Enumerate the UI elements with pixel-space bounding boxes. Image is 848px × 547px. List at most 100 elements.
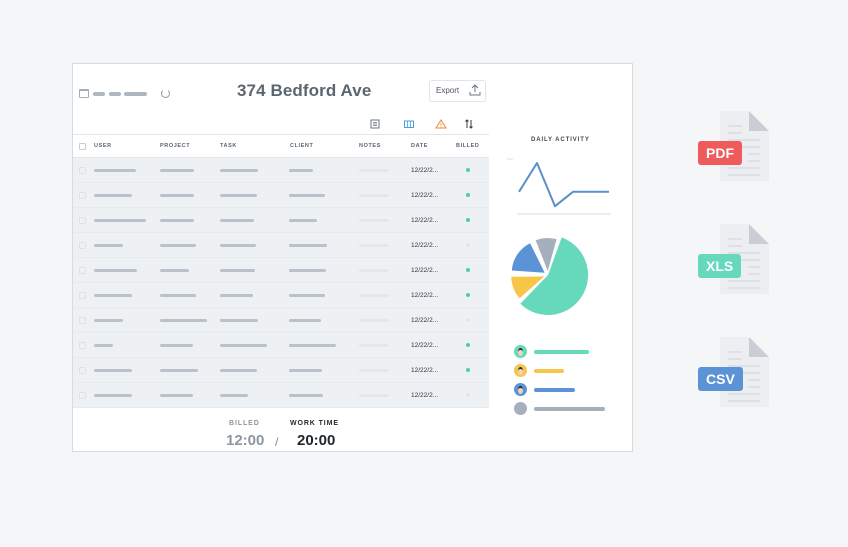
export-xls-file[interactable]: XLS bbox=[698, 223, 784, 303]
user-activity-bar bbox=[534, 407, 605, 411]
notes-cell bbox=[359, 169, 389, 172]
client-cell bbox=[289, 394, 323, 397]
activity-line bbox=[518, 162, 609, 208]
client-cell bbox=[289, 219, 317, 222]
user-activity-bar bbox=[534, 388, 575, 392]
user-activity-bar bbox=[534, 350, 589, 354]
project-cell bbox=[160, 294, 196, 297]
date-cell: 12/22/2... bbox=[411, 267, 439, 274]
avatar-face bbox=[518, 367, 523, 375]
billed-status-dot bbox=[466, 193, 470, 197]
table-row[interactable]: 12/22/2... bbox=[73, 333, 489, 358]
refresh-icon[interactable] bbox=[161, 89, 170, 98]
table-row[interactable]: 12/22/2... bbox=[73, 358, 489, 383]
date-cell: 12/22/2... bbox=[411, 167, 439, 174]
notes-cell bbox=[359, 369, 389, 372]
table-row[interactable]: 12/22/2... bbox=[73, 383, 489, 408]
table-row[interactable]: 12/22/2... bbox=[73, 158, 489, 183]
date-cell: 12/22/2... bbox=[411, 292, 439, 299]
notes-cell bbox=[359, 194, 389, 197]
table-row[interactable]: 12/22/2... bbox=[73, 258, 489, 283]
work-time-value: 20:00 bbox=[297, 432, 336, 449]
export-button[interactable]: Export bbox=[429, 80, 486, 102]
upload-icon bbox=[469, 84, 481, 96]
column-header-date[interactable]: DATE bbox=[411, 143, 428, 149]
report-card: 374 Bedford Ave Export USER PROJECT TASK… bbox=[72, 63, 633, 452]
date-cell: 12/22/2... bbox=[411, 392, 439, 399]
row-checkbox[interactable] bbox=[79, 267, 86, 274]
date-range-segment[interactable] bbox=[124, 92, 147, 96]
totals-separator: / bbox=[275, 435, 279, 449]
calendar-icon[interactable] bbox=[79, 89, 89, 98]
project-cell bbox=[160, 344, 193, 347]
row-checkbox[interactable] bbox=[79, 192, 86, 199]
column-header-billed[interactable]: BILLED bbox=[456, 143, 479, 149]
billed-status-dot bbox=[466, 218, 470, 222]
project-cell bbox=[160, 394, 193, 397]
table-header: USER PROJECT TASK CLIENT NOTES DATE BILL… bbox=[73, 134, 489, 158]
billed-total-label: BILLED bbox=[229, 420, 260, 427]
task-cell bbox=[220, 269, 255, 272]
user-activity-bar bbox=[534, 369, 564, 373]
format-badge: PDF bbox=[698, 141, 742, 165]
notes-cell bbox=[359, 294, 389, 297]
billed-status-dot bbox=[466, 168, 470, 172]
row-checkbox[interactable] bbox=[79, 292, 86, 299]
user-cell bbox=[94, 269, 137, 272]
columns-icon[interactable] bbox=[403, 118, 415, 130]
project-cell bbox=[160, 194, 194, 197]
client-cell bbox=[289, 244, 327, 247]
date-cell: 12/22/2... bbox=[411, 317, 439, 324]
billed-status-dot bbox=[466, 343, 470, 347]
row-checkbox[interactable] bbox=[79, 367, 86, 374]
table-row[interactable]: 12/22/2... bbox=[73, 233, 489, 258]
warning-icon[interactable] bbox=[435, 118, 447, 130]
daily-activity-line-chart bbox=[507, 158, 611, 215]
user-cell bbox=[94, 394, 132, 397]
avatar bbox=[514, 345, 527, 358]
user-cell bbox=[94, 194, 132, 197]
row-checkbox[interactable] bbox=[79, 242, 86, 249]
client-cell bbox=[289, 369, 322, 372]
list-view-icon[interactable] bbox=[369, 118, 381, 130]
report-toolbar: 374 Bedford Ave Export bbox=[73, 64, 493, 129]
column-header-notes[interactable]: NOTES bbox=[359, 143, 381, 149]
task-cell bbox=[220, 344, 267, 347]
avatar-face bbox=[518, 386, 523, 394]
row-checkbox[interactable] bbox=[79, 167, 86, 174]
date-range-segment[interactable] bbox=[93, 92, 105, 96]
row-checkbox[interactable] bbox=[79, 342, 86, 349]
export-csv-file[interactable]: CSV bbox=[698, 336, 784, 416]
table-row[interactable]: 12/22/2... bbox=[73, 208, 489, 233]
user-cell bbox=[94, 219, 146, 222]
export-button-label: Export bbox=[436, 86, 460, 95]
avatar bbox=[514, 364, 527, 377]
export-pdf-file[interactable]: PDF bbox=[698, 110, 784, 190]
page-title: 374 Bedford Ave bbox=[237, 81, 372, 100]
format-badge: CSV bbox=[698, 367, 743, 391]
user-cell bbox=[94, 294, 132, 297]
billed-status-dot bbox=[466, 243, 470, 247]
date-range-segment[interactable] bbox=[109, 92, 121, 96]
select-all-checkbox[interactable] bbox=[79, 143, 86, 150]
sort-icon[interactable] bbox=[463, 118, 475, 130]
table-row[interactable]: 12/22/2... bbox=[73, 183, 489, 208]
client-cell bbox=[289, 169, 313, 172]
column-header-user[interactable]: USER bbox=[94, 143, 112, 149]
task-cell bbox=[220, 369, 257, 372]
row-checkbox[interactable] bbox=[79, 317, 86, 324]
column-header-project[interactable]: PROJECT bbox=[160, 143, 190, 149]
totals-footer: BILLED 12:00 WORK TIME 20:00 bbox=[73, 412, 489, 452]
project-cell bbox=[160, 169, 194, 172]
notes-cell bbox=[359, 344, 389, 347]
project-cell bbox=[160, 244, 196, 247]
task-cell bbox=[220, 294, 253, 297]
billed-status-dot bbox=[466, 293, 470, 297]
table-row[interactable]: 12/22/2... bbox=[73, 308, 489, 333]
row-checkbox[interactable] bbox=[79, 217, 86, 224]
row-checkbox[interactable] bbox=[79, 392, 86, 399]
table-row[interactable]: 12/22/2... bbox=[73, 283, 489, 308]
date-cell: 12/22/2... bbox=[411, 342, 439, 349]
column-header-task[interactable]: TASK bbox=[220, 143, 237, 149]
column-header-client[interactable]: CLIENT bbox=[290, 143, 313, 149]
